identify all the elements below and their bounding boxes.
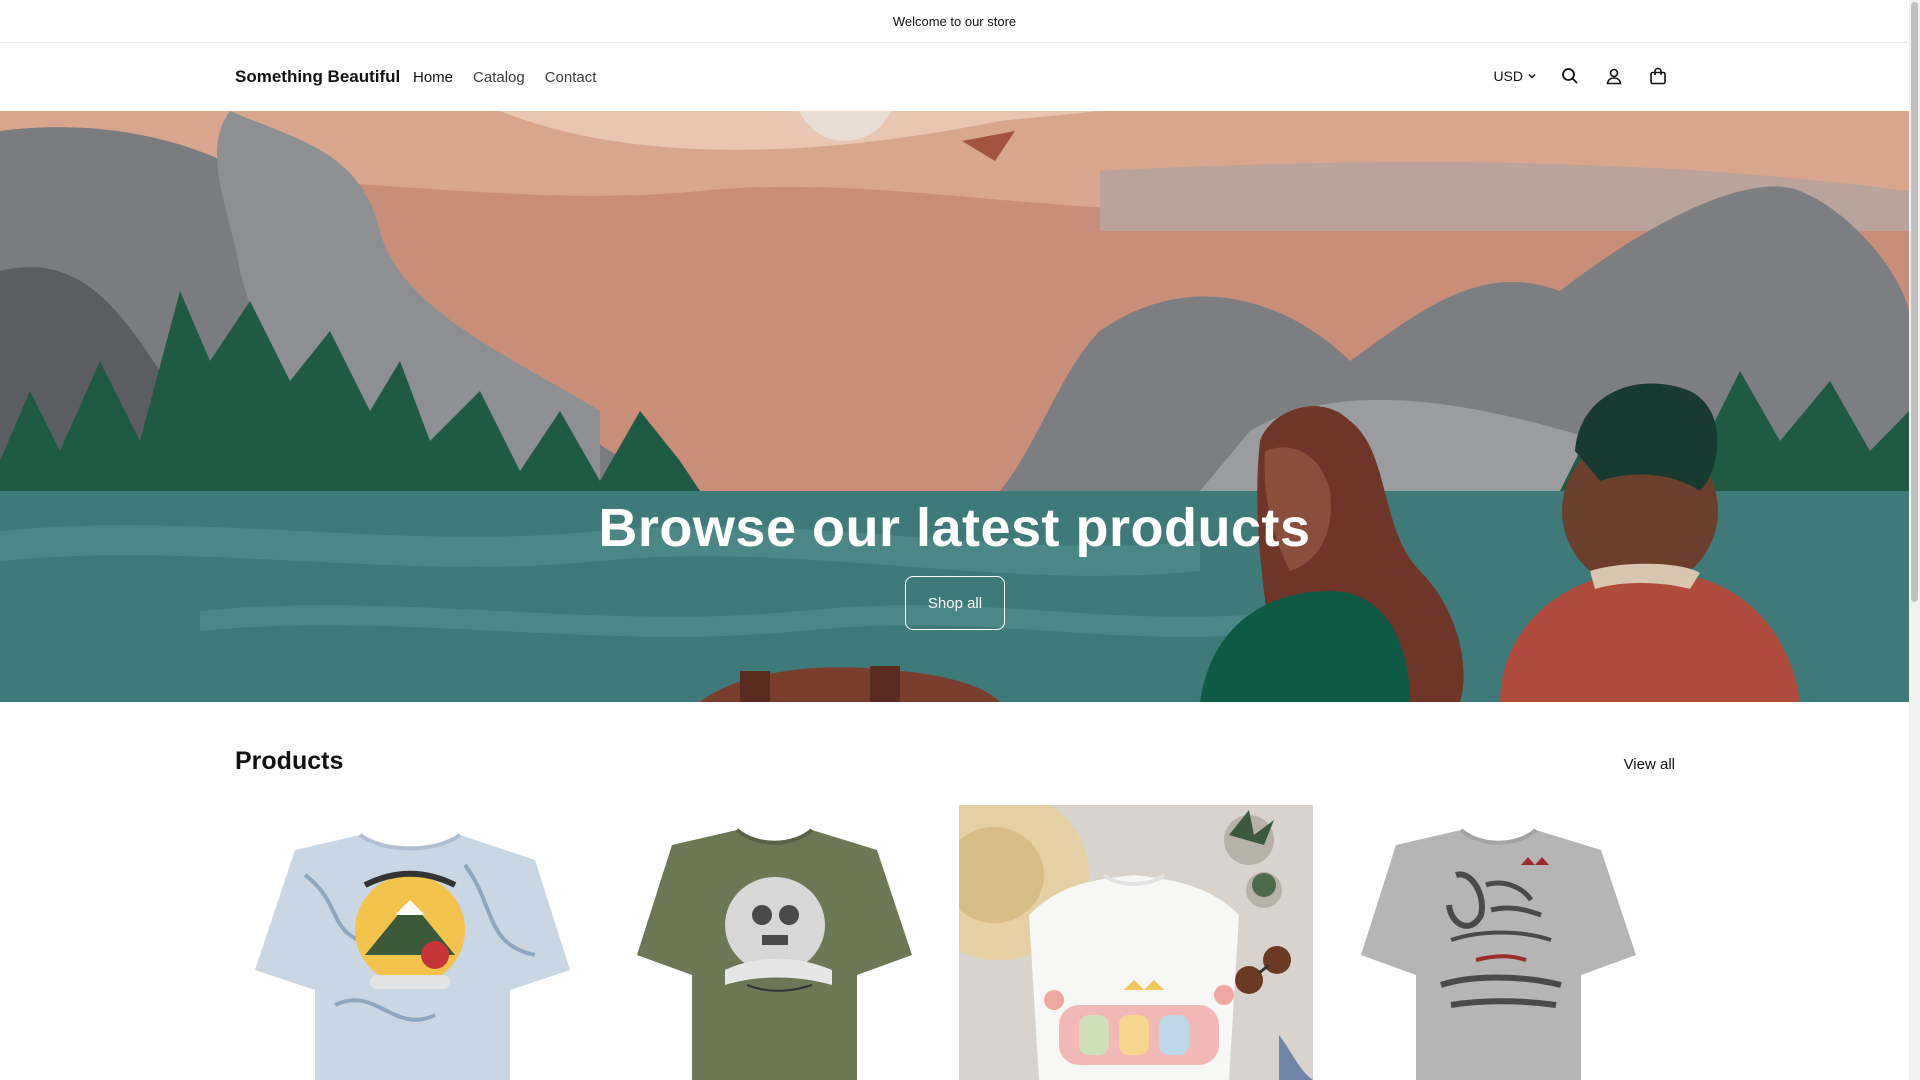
cart-icon bbox=[1650, 67, 1666, 85]
product-card[interactable] bbox=[597, 805, 951, 1080]
main-nav: Home Catalog Contact bbox=[413, 69, 596, 86]
announcement-text: Welcome to our store bbox=[892, 13, 1017, 29]
nav-contact[interactable]: Contact bbox=[545, 69, 597, 86]
nav-home[interactable]: Home bbox=[413, 69, 453, 86]
page-scrollbar[interactable] bbox=[1909, 0, 1920, 1080]
search-icon bbox=[1562, 68, 1578, 84]
view-all-link[interactable]: View all bbox=[1624, 756, 1675, 773]
product-image bbox=[1361, 828, 1636, 1080]
product-image bbox=[637, 828, 912, 1080]
shop-all-button[interactable]: Shop all bbox=[905, 576, 1005, 630]
currency-label: USD bbox=[1493, 68, 1523, 84]
product-card[interactable] bbox=[1321, 805, 1675, 1080]
site-header: Something Beautiful Home Catalog Contact… bbox=[0, 43, 1909, 111]
hero-banner: Browse our latest products Shop all bbox=[0, 111, 1909, 702]
header-actions: USD bbox=[1493, 65, 1669, 87]
nav-catalog[interactable]: Catalog bbox=[473, 69, 525, 86]
product-image bbox=[255, 833, 570, 1080]
product-card[interactable] bbox=[959, 805, 1313, 1080]
account-icon bbox=[1606, 68, 1622, 85]
chevron-down-icon bbox=[1528, 73, 1536, 79]
product-card[interactable] bbox=[235, 805, 589, 1080]
hero-title: Browse our latest products bbox=[598, 498, 1311, 558]
products-heading: Products bbox=[235, 747, 344, 775]
search-button[interactable] bbox=[1559, 65, 1581, 87]
account-button[interactable] bbox=[1603, 65, 1625, 87]
store-logo[interactable]: Something Beautiful bbox=[235, 67, 400, 87]
scrollbar-thumb[interactable] bbox=[1911, 2, 1918, 602]
announcement-bar: Welcome to our store bbox=[0, 0, 1909, 43]
product-image bbox=[959, 805, 1313, 1080]
currency-selector[interactable]: USD bbox=[1493, 68, 1537, 84]
product-grid bbox=[235, 805, 1675, 1080]
cart-button[interactable] bbox=[1647, 65, 1669, 87]
